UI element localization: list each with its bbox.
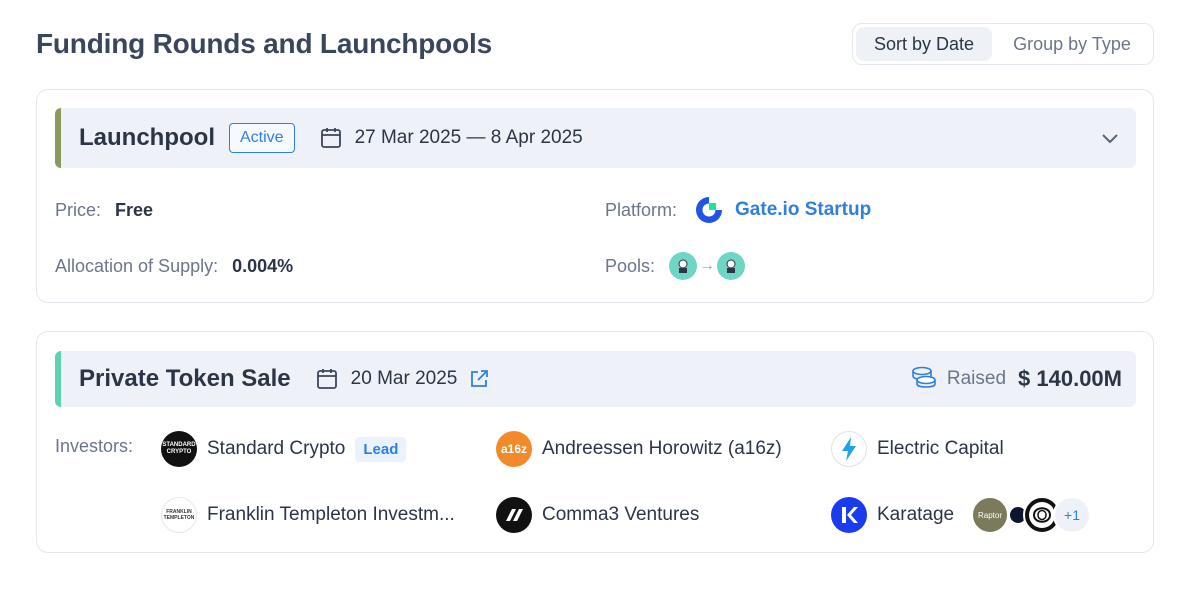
lead-badge: Lead — [355, 436, 407, 462]
investor-name: Standard Crypto — [207, 438, 346, 459]
launchpool-card: Launchpool Active 27 Mar 2025 — 8 Apr 20… — [36, 89, 1154, 303]
investor-name: Electric Capital — [877, 438, 1004, 459]
franklin-templeton-logo-icon: FRANKLIN TEMPLETON — [161, 497, 197, 533]
investor-name: Andreessen Horowitz (a16z) — [542, 438, 782, 459]
platform-row: Platform: Gate.io Startup — [605, 194, 871, 226]
private-sale-date: 20 Mar 2025 — [350, 368, 458, 389]
allocation-value: 0.004% — [232, 256, 294, 276]
lightning-bolt-icon — [831, 431, 867, 467]
allocation-row: Allocation of Supply: 0.004% — [55, 256, 293, 277]
private-sale-header: Private Token Sale 20 Mar 2025 Raised $ … — [55, 351, 1136, 407]
raised-summary: Raised $ 140.00M — [911, 366, 1122, 393]
allocation-label: Allocation of Supply: — [55, 256, 219, 276]
launchpool-title: Launchpool — [79, 124, 215, 151]
platform-link[interactable]: Gate.io Startup — [735, 199, 871, 221]
private-sale-title: Private Token Sale — [79, 365, 291, 392]
launchpool-header[interactable]: Launchpool Active 27 Mar 2025 — 8 Apr 20… — [55, 108, 1136, 168]
price-value: Free — [115, 200, 154, 220]
raptor-logo-icon: Raptor — [971, 496, 1009, 534]
comma3-logo-icon — [496, 497, 532, 533]
pool-reward-icon[interactable] — [717, 252, 746, 280]
more-count-badge[interactable]: +1 — [1053, 496, 1091, 534]
gate-io-logo-icon — [693, 194, 725, 226]
price-label: Price: — [55, 200, 102, 220]
investor-name: Karatage — [877, 504, 955, 525]
pools-label: Pools: — [605, 255, 656, 276]
investor-name: Franklin Templeton Investm... — [207, 504, 455, 525]
chevron-down-icon[interactable] — [1100, 128, 1120, 148]
pools-row: Pools: → — [605, 252, 746, 280]
coins-icon — [911, 366, 937, 393]
view-toggle: Sort by Date Group by Type — [852, 23, 1154, 65]
standard-crypto-logo-icon: STANDARD CRYPTO — [161, 431, 197, 467]
more-investors-stack[interactable]: Raptor +1 — [971, 496, 1091, 534]
page-title: Funding Rounds and Launchpools — [36, 28, 492, 59]
investor-item[interactable]: Karatage — [831, 497, 954, 533]
calendar-icon — [320, 127, 341, 149]
a16z-logo-icon: a16z — [496, 431, 532, 467]
investor-item[interactable]: a16z Andreessen Horowitz (a16z) — [496, 431, 782, 467]
investors-label: Investors: — [55, 436, 134, 456]
platform-label: Platform: — [605, 199, 678, 220]
raised-label: Raised — [946, 368, 1007, 389]
investor-item[interactable]: Electric Capital — [831, 431, 1004, 467]
investor-item[interactable]: STANDARD CRYPTO Standard Crypto Lead — [161, 431, 407, 467]
launchpool-date-range: 27 Mar 2025 — 8 Apr 2025 — [354, 127, 583, 148]
pool-token-icon[interactable] — [669, 252, 698, 280]
private-sale-card: Private Token Sale 20 Mar 2025 Raised $ … — [36, 331, 1154, 553]
investor-item[interactable]: Comma3 Ventures — [496, 497, 699, 533]
group-by-type-button[interactable]: Group by Type — [996, 27, 1148, 61]
investor-item[interactable]: FRANKLIN TEMPLETON Franklin Templeton In… — [161, 497, 455, 533]
price-row: Price: Free — [55, 200, 153, 221]
karatage-logo-icon — [831, 497, 867, 533]
status-badge: Active — [228, 123, 295, 153]
raised-value: $ 140.00M — [1018, 366, 1122, 391]
investor-name: Comma3 Ventures — [542, 504, 700, 525]
arrow-right-icon: → — [699, 257, 716, 274]
external-link-icon[interactable] — [469, 369, 489, 389]
sort-by-date-button[interactable]: Sort by Date — [856, 27, 992, 61]
calendar-icon — [316, 368, 337, 390]
